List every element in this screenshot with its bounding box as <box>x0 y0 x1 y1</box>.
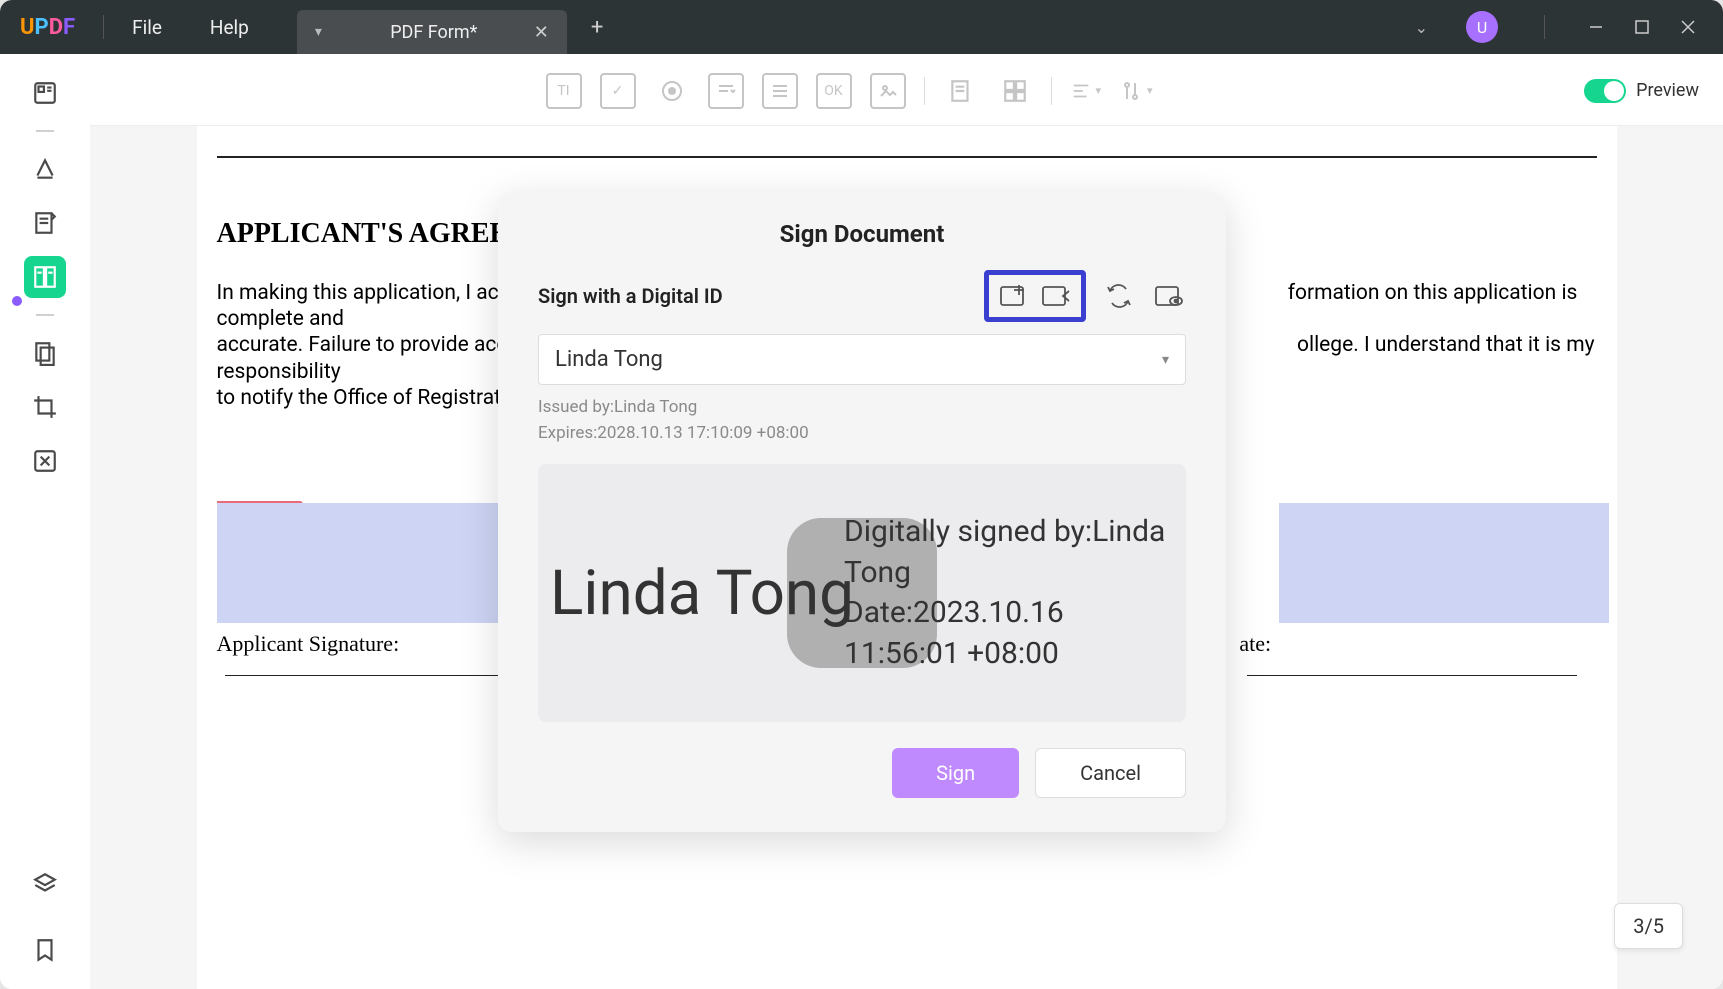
app-logo: UPDF <box>20 15 75 40</box>
menu-help[interactable]: Help <box>210 16 249 39</box>
grid-tool[interactable] <box>997 73 1033 109</box>
new-tab-button[interactable]: + <box>591 15 603 40</box>
cancel-button[interactable]: Cancel <box>1035 748 1186 798</box>
sidebar-thumbnails-icon[interactable] <box>24 72 66 114</box>
close-button[interactable] <box>1665 7 1711 47</box>
dropdown-tool[interactable] <box>708 73 744 109</box>
tab-title: PDF Form* <box>344 22 524 43</box>
settings-tool[interactable]: ▾ <box>1119 73 1153 109</box>
layers-icon[interactable] <box>24 863 66 905</box>
page-indicator[interactable]: 3/5 <box>1614 903 1683 949</box>
import-id-icon[interactable] <box>1039 281 1073 311</box>
preview-toggle[interactable] <box>1584 79 1626 103</box>
maximize-button[interactable] <box>1619 7 1665 47</box>
signature-details: Digitally signed by:Linda Tong Date:2023… <box>844 512 1174 674</box>
new-id-icon[interactable] <box>997 281 1031 311</box>
preview-icon[interactable] <box>1152 281 1186 311</box>
digital-id-select[interactable]: Linda Tong ▾ <box>538 334 1186 385</box>
tab-close-icon[interactable]: ✕ <box>534 22 549 43</box>
sidebar-indicator-dot <box>12 296 22 306</box>
chevron-down-icon[interactable]: ⌄ <box>1395 18 1448 37</box>
user-avatar[interactable]: U <box>1466 11 1498 43</box>
text-field-tool[interactable]: TI <box>546 73 582 109</box>
signature-preview: Linda Tong Digitally signed by:Linda Ton… <box>538 464 1186 722</box>
form-data-tool[interactable] <box>943 73 979 109</box>
minimize-button[interactable] <box>1573 7 1619 47</box>
form-toolbar: TI ✓ OK ▾ ▾ Preview <box>90 56 1723 126</box>
sidebar-tools-icon[interactable] <box>24 440 66 482</box>
sidebar-pages-icon[interactable] <box>24 332 66 374</box>
tab-dropdown-icon[interactable]: ▾ <box>315 24 322 40</box>
id-action-group <box>984 270 1086 322</box>
preview-label: Preview <box>1636 80 1699 101</box>
refresh-icon[interactable] <box>1102 281 1136 311</box>
dialog-subtitle: Sign with a Digital ID <box>538 284 723 308</box>
signature-field-2[interactable] <box>1279 503 1609 623</box>
bookmark-icon[interactable] <box>24 929 66 971</box>
signature-label: Applicant Signature: <box>217 631 400 656</box>
document-tab[interactable]: ▾ PDF Form* ✕ <box>297 10 567 54</box>
menu-file[interactable]: File <box>132 16 162 39</box>
sidebar-notes-icon[interactable] <box>24 202 66 244</box>
select-caret-icon: ▾ <box>1162 352 1169 368</box>
sidebar-crop-icon[interactable] <box>24 386 66 428</box>
sign-document-dialog: Sign Document Sign with a Digital ID Lin… <box>498 192 1226 832</box>
sidebar <box>0 54 90 989</box>
sign-button[interactable]: Sign <box>892 748 1019 798</box>
list-tool[interactable] <box>762 73 798 109</box>
date-label: ate: <box>1239 631 1271 656</box>
signature-field-1[interactable] <box>217 503 547 623</box>
signature-name: Linda Tong <box>550 557 854 630</box>
radio-tool[interactable] <box>654 73 690 109</box>
align-tool[interactable]: ▾ <box>1070 73 1102 109</box>
sidebar-forms-icon[interactable] <box>24 256 66 298</box>
button-tool[interactable]: OK <box>816 73 852 109</box>
id-metadata: Issued by:Linda Tong Expires:2028.10.13 … <box>538 395 1186 446</box>
sidebar-highlight-icon[interactable] <box>24 148 66 190</box>
titlebar: UPDF File Help ▾ PDF Form* ✕ + ⌄ U <box>0 0 1723 54</box>
selected-id-name: Linda Tong <box>555 347 663 372</box>
dialog-title: Sign Document <box>538 220 1186 248</box>
checkbox-tool[interactable]: ✓ <box>600 73 636 109</box>
image-tool[interactable] <box>870 73 906 109</box>
